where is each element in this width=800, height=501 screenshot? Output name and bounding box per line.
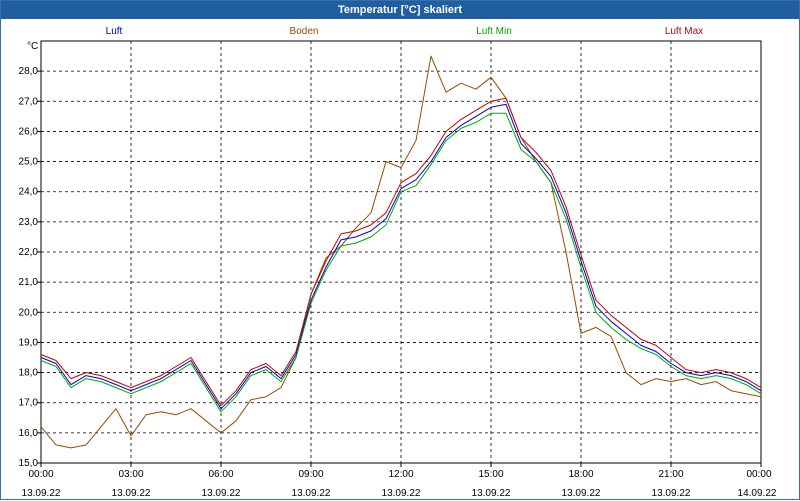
y-tick-label: 20,0	[19, 307, 39, 318]
y-tick-label: 24,0	[19, 187, 39, 198]
x-tick-time: 06:00	[208, 469, 233, 480]
legend-entry-luft-min: Luft Min	[476, 26, 512, 37]
y-tick-label: 16,0	[19, 428, 39, 439]
x-tick-date: 13.09.22	[382, 488, 421, 499]
y-tick-label: 17,0	[19, 398, 39, 409]
chart-window: Temperatur [°C] skaliert 15,0 16,0 17,0 18,…	[0, 0, 800, 500]
y-tick-label: 26,0	[19, 126, 39, 137]
x-tick-date: 13.09.22	[562, 488, 601, 499]
grid-lines	[41, 41, 761, 464]
legend-entry-boden: Boden	[290, 26, 319, 37]
legend: Luft Boden Luft Min Luft Max	[106, 26, 704, 37]
x-tick-date: 13.09.22	[202, 488, 241, 499]
x-tick-date: 13.09.22	[652, 488, 691, 499]
x-tick-time: 21:00	[658, 469, 683, 480]
x-tick-time: 09:00	[298, 469, 323, 480]
x-tick-time: 00:00	[746, 469, 771, 480]
x-tick-date: 13.09.22	[22, 488, 61, 499]
y-axis-ticks: 15,0 16,0 17,0 18,0 19,0 20,0 21,0 22,0 23,0 24,0…	[19, 66, 41, 469]
y-tick-label: 27,0	[19, 96, 39, 107]
x-tick-time: 12:00	[388, 469, 413, 480]
x-tick-time: 00:00	[28, 469, 53, 480]
x-tick-date: 13.09.22	[112, 488, 151, 499]
y-tick-label: 15,0	[19, 458, 39, 469]
y-tick-label: 19,0	[19, 337, 39, 348]
temperature-chart: 15,0 16,0 17,0 18,0 19,0 20,0 21,0 22,0 23,0 24,0…	[19, 26, 777, 499]
y-tick-label: 22,0	[19, 247, 39, 258]
y-tick-label: 18,0	[19, 368, 39, 379]
y-tick-label: 23,0	[19, 217, 39, 228]
y-tick-label: 21,0	[19, 277, 39, 288]
y-tick-label: 28,0	[19, 66, 39, 77]
x-axis-ticks: 00:00 13.09.22 03:00 13.09.22 06:00 13.09.22 0…	[22, 463, 777, 499]
x-tick-time: 03:00	[118, 469, 143, 480]
y-axis-label: °C	[27, 41, 38, 52]
x-tick-time: 18:00	[568, 469, 593, 480]
x-tick-date: 13.09.22	[472, 488, 511, 499]
x-tick-date: 14.09.22	[738, 488, 777, 499]
x-tick-date: 13.09.22	[292, 488, 331, 499]
y-tick-label: 25,0	[19, 157, 39, 168]
window-title: Temperatur [°C] skaliert	[1, 1, 799, 19]
x-tick-time: 15:00	[478, 469, 503, 480]
legend-entry-luft: Luft	[106, 26, 123, 37]
legend-entry-luft-max: Luft Max	[665, 26, 703, 37]
